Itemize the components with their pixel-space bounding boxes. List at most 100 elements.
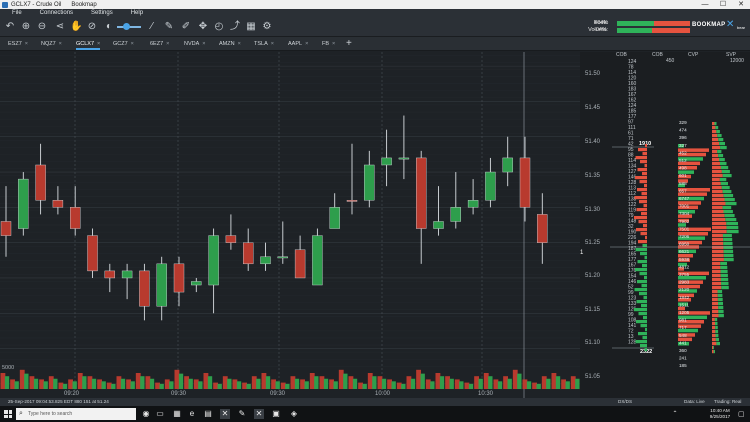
add-tab-button[interactable]: + <box>346 38 352 49</box>
minimize-button[interactable]: — <box>696 0 714 9</box>
edge-browser-icon[interactable]: e <box>187 409 197 419</box>
tab-close-icon[interactable]: × <box>59 41 62 47</box>
tab-nvda[interactable]: NVDA × <box>184 39 206 50</box>
svp-sell-bar <box>712 234 723 238</box>
cob-scale: 450 <box>666 58 675 64</box>
monitor-app-icon[interactable]: ▣ <box>271 409 281 419</box>
bookmap-app-icon[interactable]: ✕ <box>220 409 230 419</box>
gear-icon[interactable]: ⚙ <box>261 21 273 33</box>
svp-buy-bar <box>715 330 719 334</box>
close-button[interactable]: ✕ <box>732 0 750 9</box>
tab-close-icon[interactable]: × <box>271 41 274 47</box>
notifications-icon[interactable]: ▢ <box>738 410 745 418</box>
tab-close-icon[interactable]: × <box>202 41 205 47</box>
menu-settings[interactable]: Settings <box>91 10 113 16</box>
tab-close-icon[interactable]: × <box>332 41 335 47</box>
microphone-icon[interactable]: ◉ <box>141 409 151 419</box>
svp-sell-bar <box>712 170 722 174</box>
tab-6ez7[interactable]: 6EZ7 × <box>150 39 169 50</box>
eyedropper-icon[interactable]: ⁄ <box>146 21 158 33</box>
tab-aapl[interactable]: AAPL × <box>288 39 308 50</box>
tab-close-icon[interactable]: × <box>97 41 100 47</box>
svp-buy-bar <box>719 178 727 182</box>
volume-bar-sell <box>358 382 363 389</box>
brightness-icon[interactable]: ◐ <box>103 21 115 33</box>
share-icon[interactable]: ⋖ <box>54 21 66 33</box>
hand-icon[interactable]: ✋ <box>70 21 82 33</box>
tab-esz7[interactable]: ESZ7 × <box>8 39 28 50</box>
volume-bar-buy <box>478 378 483 389</box>
maximize-button[interactable]: ☐ <box>714 0 732 9</box>
tab-close-icon[interactable]: × <box>166 41 169 47</box>
tab-tsla[interactable]: TSLA × <box>254 39 274 50</box>
cob-ask-bar <box>640 160 647 164</box>
pencil-icon[interactable]: ✐ <box>180 21 192 33</box>
window-title: GCLX7 - Crude Oil <box>11 1 62 8</box>
taskbar-clock[interactable]: 10:40 AM 9/25/2017 <box>705 408 735 420</box>
taskbar-search-box[interactable]: ⌕ Type here to search <box>16 408 136 420</box>
svp-sell-bar <box>712 154 719 158</box>
cob-ask-bar <box>642 152 647 156</box>
brightness-slider-knob[interactable] <box>123 23 130 30</box>
svp-buy-bar <box>726 230 739 234</box>
task-view-icon[interactable]: ▭ <box>155 409 165 419</box>
svp-sell-bar <box>712 158 720 162</box>
menu-help[interactable]: Help <box>131 10 143 16</box>
calculator-icon[interactable]: ▦ <box>245 21 257 33</box>
candlestick-chart[interactable] <box>0 52 580 398</box>
svp-sell-bar <box>712 306 719 310</box>
cob-ask-bar <box>641 212 647 216</box>
svp-buy-bar <box>724 214 735 218</box>
menu-file[interactable]: File <box>12 10 22 16</box>
zoom-in-icon[interactable]: ⊕ <box>20 21 32 33</box>
tab-close-icon[interactable]: × <box>305 41 308 47</box>
link-icon[interactable]: ⊘ <box>86 21 98 33</box>
cvp-value: 717 <box>679 325 687 330</box>
cob-bid-bar <box>644 276 647 280</box>
tab-close-icon[interactable]: × <box>25 41 28 47</box>
svp-sell-bar <box>712 230 727 234</box>
tab-gcz7[interactable]: GCZ7 × <box>113 39 134 50</box>
volume-bar-sell <box>213 382 218 389</box>
svp-buy-bar <box>725 218 737 222</box>
crosshair-icon[interactable]: ✥ <box>197 21 209 33</box>
cob-ask-bar <box>635 156 647 160</box>
menu-connections[interactable]: Connections <box>40 10 73 16</box>
bookmap-window-icon[interactable]: ✕ <box>254 409 264 419</box>
file-explorer-icon[interactable]: ▤ <box>203 409 213 419</box>
windows-start-button[interactable] <box>4 410 12 418</box>
volume-bar-sell <box>135 373 141 389</box>
tab-nqz7[interactable]: NQZ7 × <box>41 39 62 50</box>
tab-fb[interactable]: FB × <box>322 39 335 50</box>
tab-close-icon[interactable]: × <box>238 41 241 47</box>
svp-sell-bar <box>712 186 722 190</box>
price-chart[interactable]: 5000 09:20 09:30 09:30 10:00 10:30 <box>0 52 580 398</box>
volume-bar-sell <box>193 379 199 389</box>
brush-icon[interactable]: ✎ <box>163 21 175 33</box>
undo-icon[interactable]: ↶ <box>4 21 16 33</box>
svp-sell-bar <box>712 218 726 222</box>
svp-sell-bar <box>712 182 721 186</box>
volume-bar-sell <box>464 382 470 389</box>
paint-app-icon[interactable]: ✎ <box>237 409 247 419</box>
tab-close-icon[interactable]: × <box>131 41 134 47</box>
volume-bar-buy <box>323 378 329 389</box>
volume-bar-sell <box>145 376 151 389</box>
volume-bar-buy <box>430 381 435 389</box>
volume-bar-buy <box>343 373 348 389</box>
cvp-value: 7001 <box>679 204 690 209</box>
system-tray-icons[interactable]: ⌃ ▭ ◖ <box>670 409 680 422</box>
alarm-icon[interactable]: ◴ <box>213 21 225 33</box>
chart-line-icon[interactable]: ⤴ <box>229 21 241 33</box>
cvp-value: 1205 <box>679 310 690 315</box>
cob-bid-bar <box>642 264 647 268</box>
volume-bar-buy <box>517 373 522 389</box>
volume-bar-sell <box>174 369 180 389</box>
calculator-app-icon[interactable]: ▦ <box>172 409 182 419</box>
tab-amzn[interactable]: AMZN × <box>219 39 241 50</box>
candle-body <box>69 207 81 229</box>
tab-gclx7[interactable]: GCLX7 × <box>76 39 101 50</box>
settings-app-icon[interactable]: ◈ <box>289 409 299 419</box>
svp-buy-bar <box>715 334 719 338</box>
zoom-out-icon[interactable]: ⊖ <box>36 21 48 33</box>
